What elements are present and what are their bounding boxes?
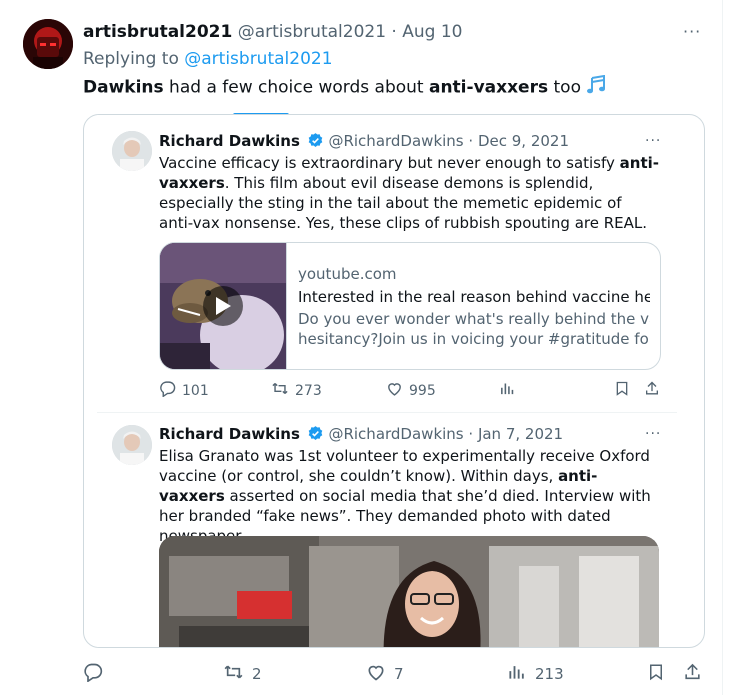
card-description: Do you ever wonder what's really behind …	[298, 309, 650, 349]
avatar[interactable]	[112, 131, 152, 171]
retweet-count: 2	[252, 665, 262, 683]
more-icon[interactable]: ···	[645, 426, 661, 442]
tweet-actions: 2 7 213	[83, 662, 723, 688]
card-domain: youtube.com	[298, 265, 397, 283]
share-icon	[644, 380, 660, 401]
retweet-button[interactable]: 273	[271, 380, 322, 401]
quoted-header: Richard Dawkins @RichardDawkins · Jan 7,…	[159, 425, 563, 443]
display-name[interactable]: artisbrutal2021	[83, 22, 232, 42]
bookmark-icon	[647, 662, 665, 686]
handle[interactable]: @RichardDawkins	[328, 132, 463, 150]
like-count: 7	[394, 665, 404, 683]
handle[interactable]: @RichardDawkins	[328, 425, 463, 443]
quoted-header: Richard Dawkins @RichardDawkins · Dec 9,…	[159, 132, 569, 150]
more-icon[interactable]: ···	[645, 133, 661, 149]
quoted-text: Vaccine efficacy is extraordinary but ne…	[159, 153, 659, 233]
quoted-actions: 101 273 995	[159, 380, 659, 402]
quoted-tweet[interactable]: Richard Dawkins @RichardDawkins · Dec 9,…	[97, 115, 677, 413]
like-button[interactable]: 7	[366, 662, 404, 686]
reply-icon	[159, 380, 176, 401]
card-desc-line: hesitancy?Join us in voicing your #grati…	[298, 330, 650, 348]
tweet-text: Dawkins had a few choice words about ant…	[83, 74, 608, 100]
bookmark-button[interactable]	[614, 380, 630, 401]
replying-to: Replying to @artisbrutal2021	[83, 49, 333, 69]
play-button-icon[interactable]	[203, 286, 243, 326]
replying-prefix: Replying to	[83, 49, 179, 69]
embedded-thread[interactable]: Richard Dawkins @RichardDawkins · Dec 9,…	[83, 114, 705, 648]
timestamp[interactable]: · Jan 7, 2021	[468, 425, 563, 443]
display-name[interactable]: Richard Dawkins	[159, 425, 300, 443]
bookmark-button[interactable]	[647, 662, 665, 686]
link-card[interactable]: youtube.com Interested in the real reaso…	[159, 242, 661, 370]
video-thumbnail[interactable]	[160, 243, 287, 369]
handle[interactable]: @artisbrutal2021	[238, 22, 386, 42]
card-title[interactable]: Interested in the real reason behind vac…	[298, 288, 650, 306]
bookmark-icon	[614, 380, 630, 401]
quoted-tweet[interactable]: Richard Dawkins @RichardDawkins · Jan 7,…	[97, 413, 677, 647]
share-button[interactable]	[683, 662, 702, 686]
heart-icon	[386, 380, 403, 401]
replying-to-link[interactable]: @artisbrutal2021	[184, 49, 332, 69]
share-button[interactable]	[644, 380, 660, 401]
retweet-button[interactable]: 2	[223, 662, 262, 686]
more-icon[interactable]: ···	[683, 22, 701, 41]
views-button[interactable]	[499, 380, 516, 401]
reply-icon	[83, 662, 103, 686]
reply-button[interactable]: 101	[159, 380, 209, 401]
quoted-text: Elisa Granato was 1st volunteer to exper…	[159, 446, 659, 546]
analytics-icon	[499, 380, 516, 401]
avatar[interactable]	[23, 19, 73, 69]
views-button[interactable]: 213	[507, 662, 564, 686]
card-desc-line: Do you ever wonder what's really behind …	[298, 310, 650, 328]
display-name[interactable]: Richard Dawkins	[159, 132, 300, 150]
reply-count: 101	[182, 382, 209, 399]
verified-badge-icon	[307, 132, 324, 149]
analytics-icon	[507, 662, 527, 686]
reply-button[interactable]	[83, 662, 111, 686]
retweet-icon	[223, 662, 244, 686]
tweet-text-bold: anti-vaxxers	[428, 77, 549, 98]
tweet-photo[interactable]	[159, 536, 659, 647]
musical-notes-icon	[586, 74, 608, 100]
tweet-text-bold: Dawkins	[83, 77, 164, 98]
quoted-text-part: Vaccine efficacy is extraordinary but ne…	[159, 154, 620, 172]
timestamp[interactable]: · Dec 9, 2021	[468, 132, 569, 150]
tweet-header: artisbrutal2021 @artisbrutal2021 · Aug 1…	[83, 22, 462, 42]
share-icon	[683, 662, 702, 686]
retweet-count: 273	[295, 382, 322, 399]
like-count: 995	[409, 382, 436, 399]
retweet-icon	[271, 380, 289, 401]
avatar[interactable]	[112, 425, 152, 465]
timeline-border	[722, 0, 723, 695]
heart-icon	[366, 662, 386, 686]
tweet-text-part: had a few choice words about	[163, 77, 429, 98]
verified-badge-icon	[307, 425, 324, 442]
like-button[interactable]: 995	[386, 380, 436, 401]
tweet-text-part: too	[548, 77, 581, 98]
quoted-text-part: . This film about evil disease demons is…	[159, 174, 648, 232]
view-count: 213	[535, 665, 564, 683]
timestamp[interactable]: · Aug 10	[391, 22, 462, 42]
